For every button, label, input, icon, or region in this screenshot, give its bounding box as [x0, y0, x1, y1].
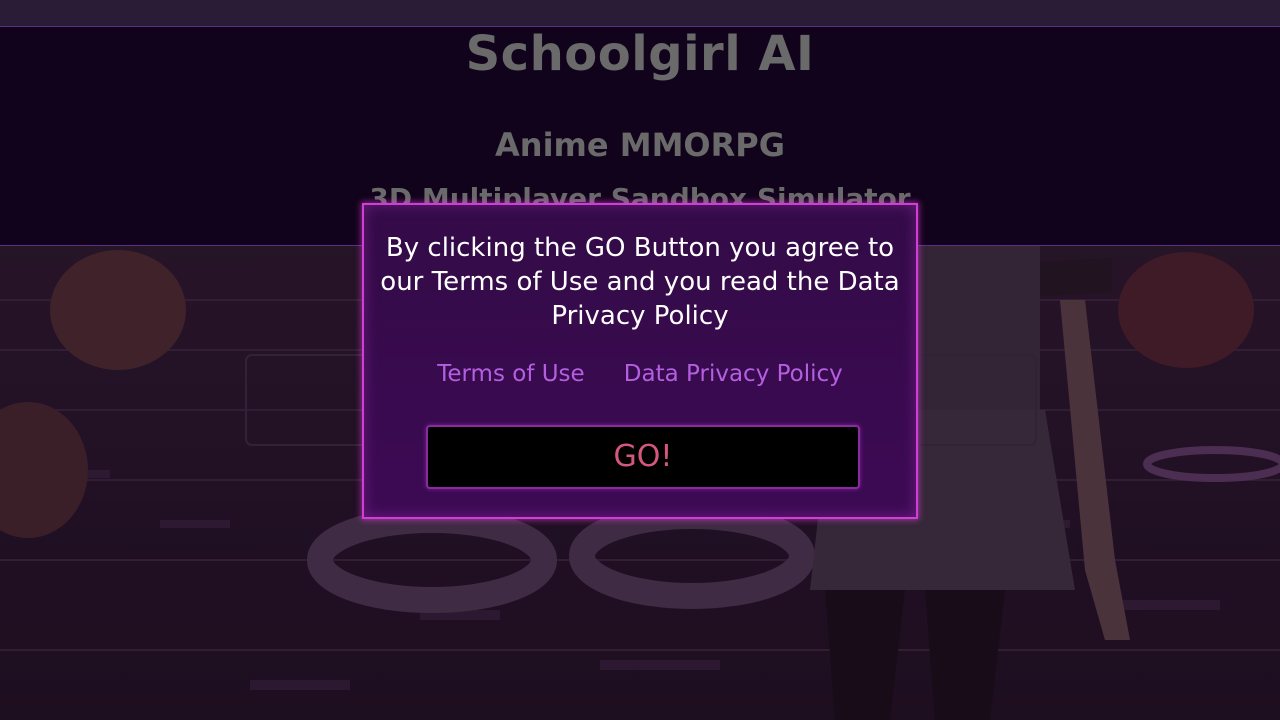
dialog-links: Terms of Use Data Privacy Policy: [364, 361, 916, 387]
game-title: Schoolgirl AI: [465, 26, 815, 82]
consent-message: By clicking the GO Button you agree to o…: [380, 233, 900, 331]
game-subtitle: Anime MMORPG: [495, 126, 785, 164]
go-button[interactable]: GO!: [426, 425, 860, 489]
consent-dialog: By clicking the GO Button you agree to o…: [362, 203, 918, 519]
banner-top-strip: [0, 0, 1280, 26]
terms-of-use-link[interactable]: Terms of Use: [437, 361, 585, 387]
data-privacy-policy-link[interactable]: Data Privacy Policy: [624, 361, 843, 387]
